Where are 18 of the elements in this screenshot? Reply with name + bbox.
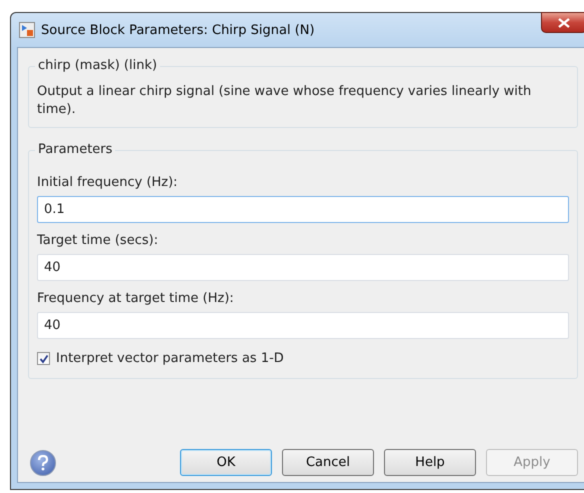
field-label: Target time (secs): <box>37 233 160 248</box>
group-title: chirp (mask) (link) <box>35 58 160 73</box>
dialog-button[interactable]: OK <box>180 449 272 476</box>
input-field[interactable]: 40 <box>37 254 569 281</box>
input-field[interactable]: 0.1 <box>37 196 569 223</box>
field-label: Frequency at target time (Hz): <box>37 291 235 306</box>
block-description: Output a linear chirp signal (sine wave whose frequency varies linearly with time). <box>37 83 532 119</box>
close-button[interactable] <box>541 12 584 33</box>
field-label: Initial frequency (Hz): <box>37 175 179 190</box>
dialog-button[interactable]: Cancel <box>282 449 374 476</box>
checkbox-label: Interpret vector parameters as 1-D <box>56 351 284 366</box>
help-icon[interactable] <box>30 450 56 476</box>
close-icon <box>558 18 570 28</box>
window-title: Source Block Parameters: Chirp Signal (N) <box>41 22 315 38</box>
dialog-button[interactable]: Help <box>384 449 476 476</box>
block-icon <box>19 22 35 38</box>
input-field[interactable]: 40 <box>37 312 569 339</box>
checkbox[interactable] <box>37 352 50 365</box>
